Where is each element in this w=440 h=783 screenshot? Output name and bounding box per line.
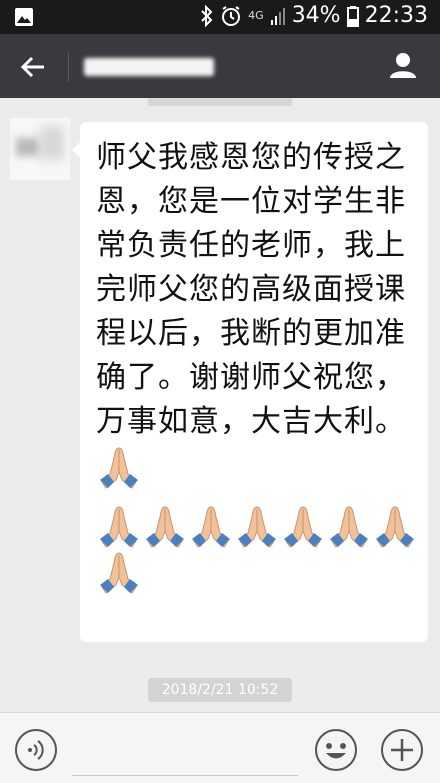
signal-icon (270, 7, 285, 25)
clock: 22:33 (364, 3, 428, 28)
message-text: 师父我感恩您的传授之恩，您是一位对学生非常负责任的老师，我上完师父您的高级面授课… (96, 136, 416, 503)
back-arrow-icon[interactable] (18, 52, 48, 82)
contact-name-redacted (84, 58, 214, 76)
voice-icon[interactable] (14, 728, 58, 772)
battery-icon (346, 5, 359, 27)
previous-timestamp-strip (148, 98, 292, 106)
title-bar (0, 34, 440, 98)
battery-percent: 34% (291, 3, 341, 28)
message-input[interactable] (72, 775, 298, 776)
praying-hands-icon (142, 503, 188, 549)
input-bar (0, 712, 440, 783)
praying-hands-icon (96, 503, 142, 549)
bluetooth-icon (201, 4, 213, 27)
praying-hands-icon (326, 503, 372, 549)
gallery-icon (14, 7, 34, 31)
praying-hands-icon (372, 503, 418, 549)
praying-hands-icon (280, 503, 326, 549)
plus-icon[interactable] (380, 728, 424, 772)
praying-hands-icon (188, 503, 234, 549)
praying-hands-icon (96, 549, 142, 595)
smiley-icon[interactable] (314, 728, 358, 772)
message-bubble[interactable]: 师父我感恩您的传授之恩，您是一位对学生非常负责任的老师，我上完师父您的高级面授课… (72, 122, 428, 642)
title-divider (68, 52, 69, 82)
alarm-icon (222, 5, 241, 26)
praying-hands-icon (234, 503, 280, 549)
network-type: 4G (248, 9, 264, 22)
status-bar: 4G 34% 22:33 (0, 0, 440, 34)
emoji-row (96, 503, 426, 595)
avatar[interactable] (10, 118, 70, 180)
message-timestamp: 2018/2/21 10:52 (148, 678, 292, 702)
praying-hands-icon (96, 444, 142, 490)
person-icon[interactable] (388, 50, 418, 80)
